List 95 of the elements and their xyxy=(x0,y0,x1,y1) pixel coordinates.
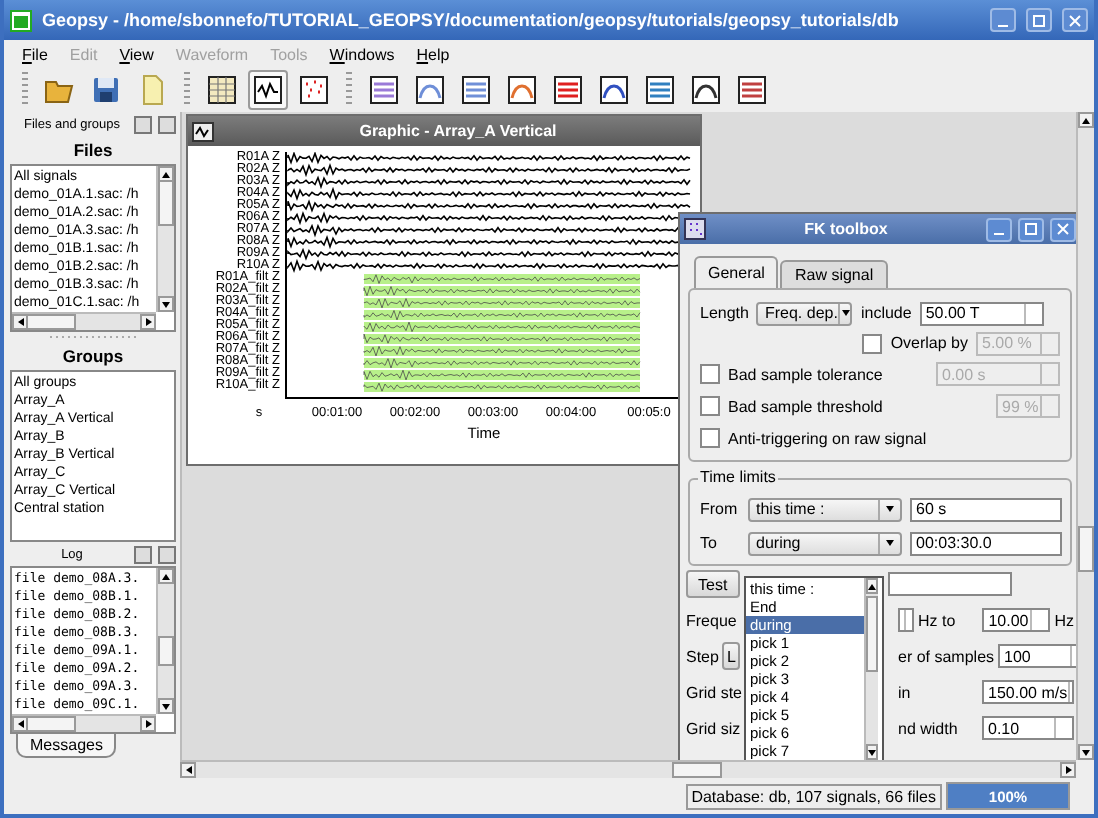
window-title: Geopsy - /home/sbonnefo/TUTORIAL_GEOPSY/documentation/geopsy/tutorials/geopsy_tutorials/db xyxy=(42,10,901,30)
maximize-button[interactable] xyxy=(1018,217,1044,241)
horizontal-scrollbar[interactable] xyxy=(12,312,156,330)
app-icon xyxy=(10,9,32,31)
maximize-button[interactable] xyxy=(1026,8,1052,32)
chart-icon xyxy=(368,74,400,106)
toolbar-button[interactable] xyxy=(248,70,288,110)
slider-track[interactable] xyxy=(887,572,1012,596)
tab[interactable]: General xyxy=(694,256,779,288)
test-button[interactable]: Test xyxy=(686,570,740,598)
include-field[interactable]: 50.00 T xyxy=(919,301,1044,325)
float-button[interactable] xyxy=(134,115,152,133)
grid-icon xyxy=(684,218,706,240)
chart-icon xyxy=(644,74,676,106)
chart-icon xyxy=(552,74,584,106)
close-icon xyxy=(1068,13,1082,27)
horizontal-scrollbar[interactable] xyxy=(12,714,156,732)
value-field[interactable]: 0.10 xyxy=(982,716,1074,740)
field-label: From xyxy=(700,500,740,518)
save-icon xyxy=(90,74,122,106)
group-title: Time limits xyxy=(698,468,778,486)
field-label: Hz to xyxy=(918,611,958,629)
chart-icon xyxy=(506,74,538,106)
messages-tab[interactable]: Messages xyxy=(16,734,117,758)
field-label: nd width xyxy=(898,719,960,737)
value-field[interactable]: 100 xyxy=(998,644,1076,668)
field-label: Grid ste xyxy=(686,683,743,701)
vertical-scrollbar[interactable] xyxy=(156,166,174,312)
field-label: Freque xyxy=(686,611,737,629)
toolbar-button[interactable] xyxy=(456,70,496,110)
menu-item[interactable]: Windows xyxy=(329,45,395,63)
field-label: Grid siz xyxy=(686,719,741,737)
toolbar-button[interactable] xyxy=(594,70,634,110)
vertical-scrollbar[interactable] xyxy=(864,578,878,760)
value-field[interactable]: 150.00 m/s xyxy=(982,680,1074,704)
checkbox-label: Overlap by xyxy=(890,334,968,352)
toolbar-button[interactable] xyxy=(640,70,680,110)
float-button[interactable] xyxy=(134,545,152,563)
checkbox-label: Bad sample threshold xyxy=(728,397,885,415)
toolbar-button[interactable] xyxy=(410,70,450,110)
toolbar-button[interactable] xyxy=(548,70,588,110)
vertical-scrollbar[interactable] xyxy=(156,568,174,714)
checkbox-label: Anti-triggering on raw signal xyxy=(728,429,929,447)
field-label: er of samples xyxy=(898,647,995,665)
toolbar-button[interactable] xyxy=(294,70,334,110)
field-label: Step xyxy=(686,647,719,665)
time-combo[interactable]: this time : xyxy=(748,497,902,521)
unit-label: Hz xyxy=(1054,611,1074,629)
maximize-icon xyxy=(1024,222,1038,236)
scatter-icon xyxy=(298,74,330,106)
close-button[interactable] xyxy=(158,115,176,133)
waveform-icon xyxy=(252,74,284,106)
toolbar-button[interactable] xyxy=(364,70,404,110)
tab[interactable]: Raw signal xyxy=(780,260,888,288)
maximize-icon xyxy=(1032,13,1046,27)
toolbar-button[interactable] xyxy=(502,70,542,110)
section-title: Files xyxy=(71,138,115,164)
spin-box[interactable] xyxy=(898,608,914,632)
close-icon xyxy=(1056,222,1070,236)
status-text: Database: db, 107 signals, 66 files xyxy=(685,783,942,809)
window-title: FK toolbox xyxy=(802,220,890,238)
toolbar-button[interactable] xyxy=(732,70,772,110)
table-icon xyxy=(206,74,238,106)
chart-icon xyxy=(598,74,630,106)
minimize-button[interactable] xyxy=(986,217,1012,241)
checkbox-label: Bad sample tolerance xyxy=(728,365,885,383)
chart-icon xyxy=(690,74,722,106)
value-field[interactable]: 10.00 xyxy=(982,608,1051,632)
toolbar-button[interactable] xyxy=(202,70,242,110)
field-label: Length xyxy=(700,304,749,322)
time-field[interactable]: 60 s xyxy=(910,497,1062,521)
chart-icon xyxy=(736,74,768,106)
checkbox[interactable] xyxy=(700,428,720,448)
section-title: Groups xyxy=(60,344,126,370)
menu-item[interactable]: Help xyxy=(416,45,450,63)
chart-icon xyxy=(414,74,446,106)
close-button[interactable] xyxy=(1050,217,1076,241)
horizontal-scrollbar[interactable] xyxy=(180,760,1076,778)
field-label: To xyxy=(700,534,719,552)
field-label: in xyxy=(898,683,913,701)
window-title: Graphic - Array_A Vertical xyxy=(357,122,559,140)
menu-item[interactable]: View xyxy=(119,45,154,63)
minimize-button[interactable] xyxy=(990,8,1016,32)
toolbar-button[interactable] xyxy=(686,70,726,110)
waveform-icon xyxy=(192,121,214,141)
field-label: include xyxy=(860,304,912,322)
close-button[interactable] xyxy=(1062,8,1088,32)
close-button[interactable] xyxy=(158,545,176,563)
unit-button[interactable]: L xyxy=(722,642,740,670)
time-field[interactable]: 00:03:30.0 xyxy=(910,531,1062,555)
vertical-scrollbar[interactable] xyxy=(1076,112,1094,760)
chart-icon xyxy=(460,74,492,106)
time-combo[interactable]: during xyxy=(748,531,902,555)
menu-item[interactable]: File xyxy=(22,45,48,63)
length-combo[interactable]: Freq. dep. xyxy=(756,301,853,325)
